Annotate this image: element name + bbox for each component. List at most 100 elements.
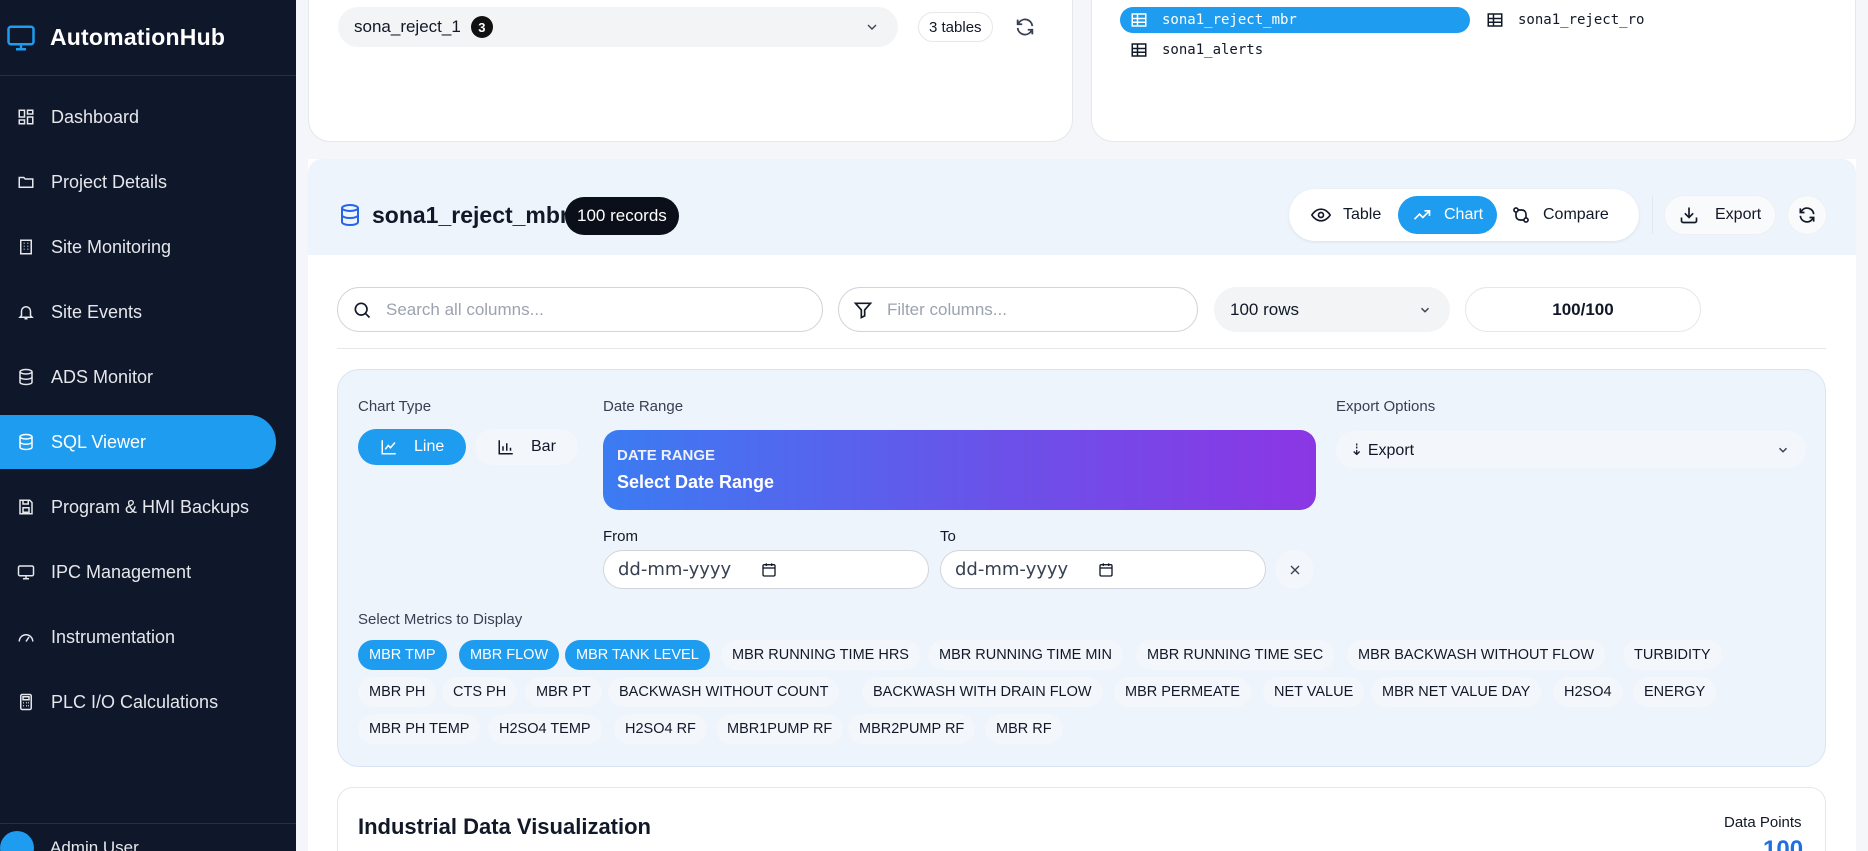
sidebar-item-label: ADS Monitor	[51, 366, 154, 387]
metric-chip[interactable]: CTS PH	[442, 677, 518, 707]
metric-chip[interactable]: ENERGY	[1633, 677, 1717, 707]
chevron-down-icon	[867, 24, 877, 30]
records-badge: 100 records	[565, 197, 679, 235]
metric-chip[interactable]: MBR PT	[525, 677, 602, 707]
chart-type-line-button[interactable]: Line	[358, 429, 467, 465]
chart-type-bar-button[interactable]: Bar	[475, 429, 578, 465]
filter-input[interactable]: Filter columns...	[838, 287, 1198, 332]
view-table-button[interactable]: Table	[1297, 196, 1395, 234]
metric-chip[interactable]: H2SO4	[1553, 677, 1623, 707]
metric-chip[interactable]: MBR BACKWASH WITHOUT FLOW	[1347, 640, 1606, 670]
metric-chip[interactable]: MBR PH	[358, 677, 437, 707]
sidebar-footer[interactable]: Admin User	[0, 823, 296, 851]
metric-chip[interactable]: NET VALUE	[1263, 677, 1365, 707]
to-date-input[interactable]: dd-mm-yyyy	[940, 550, 1266, 589]
export-options-select[interactable]: ⇣ Export	[1336, 431, 1806, 468]
metrics-label: Select Metrics to Display	[358, 611, 523, 628]
sidebar-item-instrumentation[interactable]: Instrumentation	[0, 610, 296, 664]
bar-chart-icon	[498, 440, 513, 455]
avatar	[0, 831, 34, 851]
trending-up-icon	[1413, 210, 1431, 220]
metric-chip[interactable]: MBR1PUMP RF	[716, 714, 844, 744]
sidebar-item-dashboard[interactable]: Dashboard	[0, 90, 296, 144]
date-range-banner[interactable]: DATE RANGE Select Date Range	[603, 430, 1316, 510]
view-toggle: Table Chart Compare	[1289, 189, 1639, 241]
from-date-input[interactable]: dd-mm-yyyy	[603, 550, 929, 589]
sidebar-item-ipc-management[interactable]: IPC Management	[0, 545, 296, 599]
eye-icon	[1311, 208, 1331, 222]
bell-icon	[16, 302, 36, 322]
refresh-icon[interactable]	[1014, 16, 1036, 38]
sidebar-item-site-events[interactable]: Site Events	[0, 285, 296, 339]
metric-chip[interactable]: MBR RF	[985, 714, 1063, 744]
monitor-icon	[7, 25, 35, 50]
rows-value: 100 rows	[1230, 299, 1299, 319]
metric-chip[interactable]: H2SO4 TEMP	[488, 714, 602, 744]
chart-type-line-label: Line	[414, 438, 445, 455]
sidebar-item-label: Project Details	[51, 171, 168, 192]
metric-chip[interactable]: MBR PERMEATE	[1114, 677, 1251, 707]
metric-chip[interactable]: MBR PH TEMP	[358, 714, 481, 744]
search-placeholder: Search all columns...	[386, 299, 544, 319]
tables-count-badge: 3 tables	[918, 12, 993, 42]
database-icon	[16, 367, 36, 387]
panel-title: sona1_reject_mbr	[372, 202, 569, 228]
table-item-sona1-alerts[interactable]: sona1_alerts	[1120, 37, 1263, 63]
refresh-icon	[1799, 207, 1815, 223]
sidebar-item-plc-io-calculations[interactable]: PLC I/O Calculations	[0, 675, 296, 729]
brand[interactable]: AutomationHub	[0, 0, 296, 76]
metric-chip[interactable]: MBR FLOW	[459, 640, 560, 670]
chevron-down-icon	[1420, 307, 1430, 313]
sidebar-item-project-details[interactable]: Project Details	[0, 155, 296, 209]
close-icon	[1290, 565, 1299, 574]
folder-icon	[16, 172, 36, 192]
rows-select[interactable]: 100 rows	[1214, 287, 1450, 332]
search-input[interactable]: Search all columns...	[337, 287, 823, 332]
export-label: Export	[1715, 206, 1762, 223]
metric-chip[interactable]: MBR2PUMP RF	[848, 714, 976, 744]
metric-chip[interactable]: H2SO4 RF	[614, 714, 707, 744]
database-select[interactable]: sona_reject_1 3	[338, 7, 898, 47]
to-label: To	[940, 528, 956, 545]
metric-chip[interactable]: MBR RUNNING TIME HRS	[721, 640, 920, 670]
database-icon	[341, 204, 359, 227]
table-item-sona1-reject-mbr[interactable]: sona1_reject_mbr	[1120, 7, 1470, 33]
metric-chip[interactable]: BACKWASH WITHOUT COUNT	[608, 677, 840, 707]
table-item-sona1-reject-ro[interactable]: sona1_reject_ro	[1476, 7, 1644, 33]
clear-date-button[interactable]	[1275, 550, 1314, 589]
calendar-icon[interactable]	[1098, 562, 1114, 578]
line-chart-icon	[381, 440, 396, 455]
dashboard-icon	[16, 107, 36, 127]
from-label: From	[603, 528, 638, 545]
refresh-button[interactable]	[1787, 195, 1827, 235]
sidebar-item-program-hmi-backups[interactable]: Program & HMI Backups	[0, 480, 296, 534]
building-icon	[16, 237, 36, 257]
row-count: 100/100	[1465, 287, 1701, 332]
metric-chip[interactable]: MBR NET VALUE DAY	[1371, 677, 1542, 707]
sidebar-item-label: Site Monitoring	[51, 236, 172, 257]
view-compare-button[interactable]: Compare	[1497, 196, 1623, 234]
metric-chip[interactable]: MBR TMP	[358, 640, 447, 670]
metric-chip[interactable]: BACKWASH WITH DRAIN FLOW	[862, 677, 1103, 707]
sidebar-item-label: IPC Management	[51, 561, 192, 582]
visualization-title: Industrial Data Visualization	[358, 814, 651, 839]
filter-icon	[853, 302, 873, 319]
compare-icon	[1513, 207, 1529, 223]
sidebar-item-site-monitoring[interactable]: Site Monitoring	[0, 220, 296, 274]
divider	[1652, 196, 1653, 234]
sidebar-item-label: Dashboard	[51, 106, 140, 127]
metric-chip[interactable]: MBR RUNNING TIME MIN	[928, 640, 1123, 670]
divider	[337, 348, 1826, 349]
export-button[interactable]: Export	[1664, 195, 1777, 235]
table-icon	[1487, 13, 1503, 27]
metric-chip[interactable]: TURBIDITY	[1623, 640, 1722, 670]
calculator-icon	[16, 692, 36, 712]
sidebar-item-ads-monitor[interactable]: ADS Monitor	[0, 350, 296, 404]
sidebar-item-sql-viewer[interactable]: SQL Viewer	[0, 415, 276, 469]
metric-chip[interactable]: MBR TANK LEVEL	[565, 640, 710, 670]
view-table-label: Table	[1343, 206, 1382, 223]
save-icon	[16, 497, 36, 517]
metric-chip[interactable]: MBR RUNNING TIME SEC	[1136, 640, 1335, 670]
calendar-icon[interactable]	[761, 562, 777, 578]
view-chart-button[interactable]: Chart	[1398, 196, 1498, 234]
